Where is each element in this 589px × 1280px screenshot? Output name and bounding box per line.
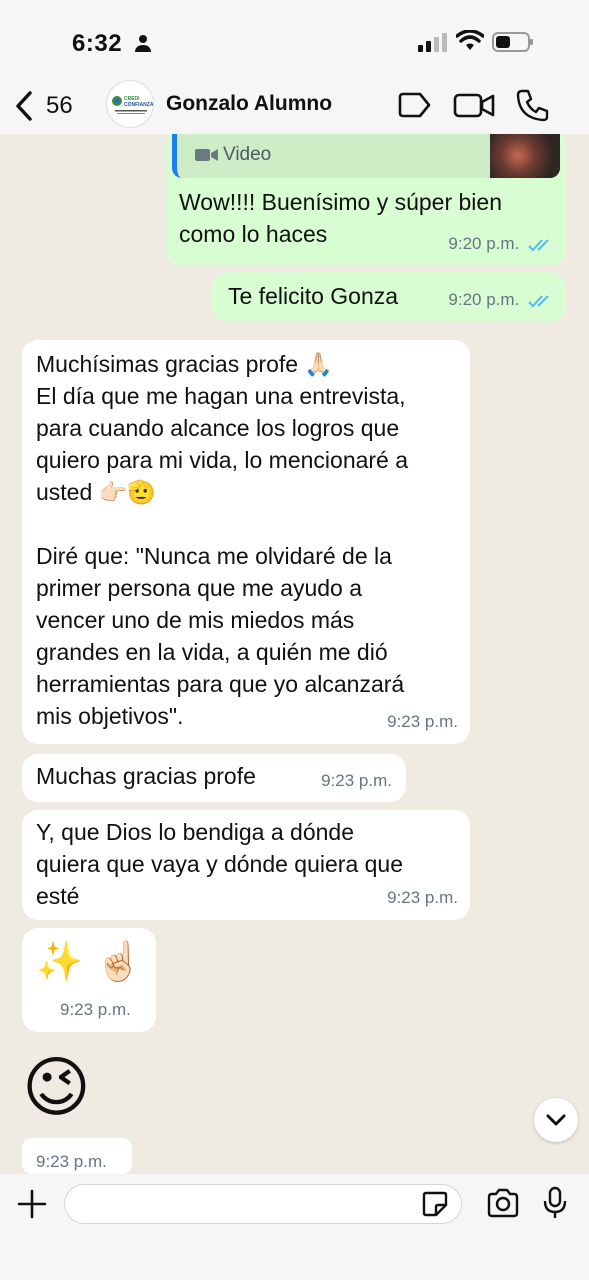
read-ticks-icon (528, 294, 549, 307)
message-line: quiera que vaya y dónde quiera que (36, 851, 404, 877)
message-line: usted 👉🏻🫡 (36, 479, 156, 505)
mic-icon[interactable] (542, 1186, 568, 1220)
back-button[interactable]: 56 (14, 86, 73, 126)
wifi-icon (456, 30, 484, 50)
chat-header: 56 CREDI CONFIANZA Gonzalo Alumno (0, 78, 589, 134)
message-incoming[interactable]: ✨ ☝🏻 9:23 p.m. (22, 928, 156, 1032)
reply-preview[interactable]: Video (172, 134, 560, 178)
message-line: Diré que: "Nunca me olvidaré de la (36, 543, 392, 569)
scroll-down-button[interactable] (534, 1098, 578, 1142)
camera-icon[interactable] (486, 1188, 520, 1218)
message-time: 9:23 p.m. (60, 1000, 131, 1019)
message-line (36, 508, 408, 540)
input-bar (0, 1174, 589, 1280)
avatar[interactable]: CREDI CONFIANZA (106, 80, 154, 128)
message-outgoing[interactable]: Te felicito Gonza 9:20 p.m. (212, 272, 566, 322)
signal-icon (418, 33, 447, 52)
tag-icon[interactable] (396, 88, 432, 122)
status-time: 6:32 (72, 30, 123, 57)
status-bar: 6:32 (0, 0, 589, 78)
message-line: herramientas para que yo alcanzará (36, 671, 405, 697)
message-input-wrapper[interactable] (64, 1184, 462, 1224)
chevron-down-icon (546, 1114, 566, 1126)
phone-icon[interactable] (514, 88, 550, 122)
message-time: 9:20 p.m. (448, 290, 520, 309)
message-text: Muchas gracias profe (36, 763, 256, 789)
message-input[interactable] (79, 1185, 419, 1223)
message-line: vencer uno de mis miedos más (36, 607, 355, 633)
message-incoming[interactable]: Muchas gracias profe 9:23 p.m. (22, 754, 406, 802)
read-ticks-icon (528, 238, 549, 251)
message-text: Wow!!!! Buenísimo y súper bien (179, 189, 502, 215)
message-time: 9:23 p.m. (387, 888, 458, 907)
message-incoming[interactable]: Y, que Dios lo bendiga a dónde quiera qu… (22, 810, 470, 920)
plus-icon[interactable] (16, 1188, 48, 1220)
message-text: Te felicito Gonza (228, 283, 399, 309)
message-time: 9:23 p.m. (387, 712, 458, 731)
message-line: grandes en la vida, a quién me dió (36, 639, 388, 665)
big-emoji[interactable]: 😉 (22, 1050, 91, 1126)
contact-name[interactable]: Gonzalo Alumno (166, 92, 332, 116)
chat-area: Video Wow!!!! Buenísimo y súper bien com… (0, 134, 589, 1174)
video-call-icon[interactable] (452, 88, 496, 122)
person-icon (135, 35, 151, 52)
message-outgoing[interactable]: Video Wow!!!! Buenísimo y súper bien com… (166, 134, 566, 266)
message-line: quiero para mi vida, lo mencionaré a (36, 447, 409, 473)
message-timestamp-bubble: 9:23 p.m. (22, 1138, 132, 1174)
svg-text:CONFIANZA: CONFIANZA (124, 102, 154, 108)
message-line: esté (36, 883, 80, 909)
message-time: 9:23 p.m. (321, 771, 392, 790)
message-time: 9:23 p.m. (36, 1152, 107, 1171)
message-line: Muchísimas gracias profe 🙏🏻 (36, 351, 334, 377)
logo: CREDI CONFIANZA (112, 96, 154, 114)
message-time: 9:20 p.m. (448, 234, 520, 253)
message-line: mis objetivos". (36, 703, 184, 729)
sticker-icon[interactable] (421, 1190, 449, 1218)
message-line: El día que me hagan una entrevista, (36, 383, 406, 409)
video-thumbnail[interactable] (490, 134, 560, 178)
message-line: para cuando alcance los logros que (36, 415, 400, 441)
message-line: Y, que Dios lo bendiga a dónde (36, 819, 355, 845)
message-incoming[interactable]: Muchísimas gracias profe 🙏🏻 El día que m… (22, 340, 470, 744)
video-camera-icon (195, 149, 218, 161)
emoji-message: ✨ ☝🏻 (36, 939, 143, 983)
battery-icon (492, 32, 533, 52)
message-line: primer persona que me ayudo a (36, 575, 363, 601)
reply-label: Video (223, 144, 272, 165)
unread-count: 56 (46, 92, 73, 119)
back-chevron-icon (16, 91, 32, 121)
